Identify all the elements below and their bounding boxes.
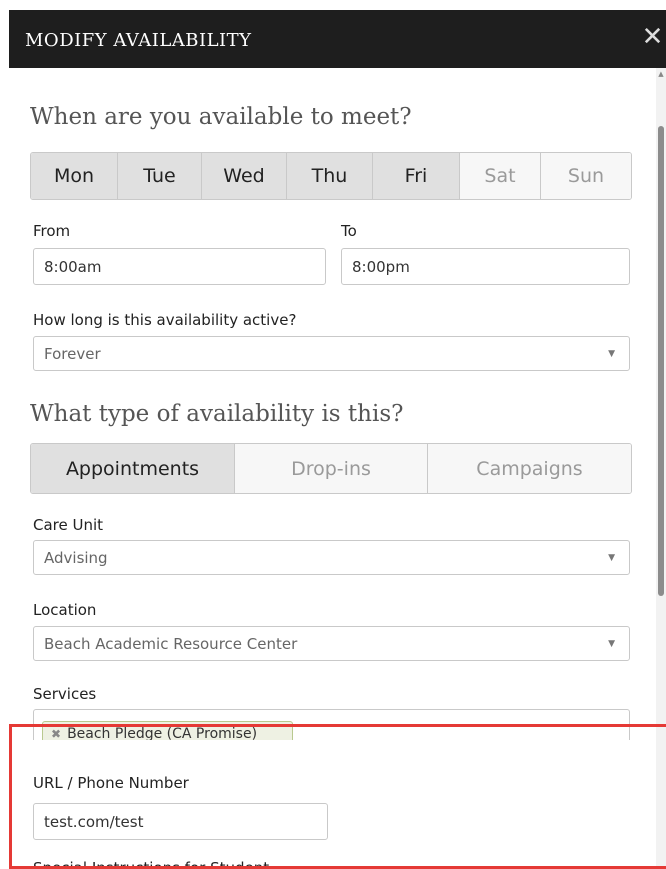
- modal-title: MODIFY AVAILABILITY: [25, 30, 252, 51]
- day-button-sun[interactable]: Sun: [541, 153, 631, 199]
- location-value: Beach Academic Resource Center: [44, 634, 298, 653]
- location-label: Location: [33, 601, 97, 619]
- chevron-down-icon: ▼: [608, 349, 615, 359]
- day-button-tue[interactable]: Tue: [118, 153, 202, 199]
- care-unit-value: Advising: [44, 548, 108, 567]
- contact-input[interactable]: test.com/test: [33, 803, 328, 840]
- day-button-thu[interactable]: Thu: [287, 153, 373, 199]
- availability-type-heading: What type of availability is this?: [30, 401, 404, 427]
- close-icon[interactable]: ✕: [639, 22, 666, 52]
- to-time-input[interactable]: 8:00pm: [341, 248, 630, 285]
- type-button-drop-ins[interactable]: Drop-ins: [235, 444, 428, 493]
- day-button-mon[interactable]: Mon: [31, 153, 118, 199]
- chevron-down-icon: ▼: [608, 553, 615, 563]
- modal-header: MODIFY AVAILABILITY ✕: [9, 10, 666, 68]
- type-button-appointments[interactable]: Appointments: [31, 444, 235, 493]
- chevron-down-icon: ▼: [608, 639, 615, 649]
- day-button-sat[interactable]: Sat: [460, 153, 541, 199]
- day-button-wed[interactable]: Wed: [202, 153, 287, 199]
- contact-label: URL / Phone Number: [33, 774, 189, 792]
- duration-select[interactable]: Forever ▼: [33, 336, 630, 371]
- modify-availability-modal: MODIFY AVAILABILITY ✕ ▲ When are you ava…: [9, 10, 666, 869]
- location-select[interactable]: Beach Academic Resource Center ▼: [33, 626, 630, 661]
- from-label: From: [33, 222, 71, 240]
- remove-tag-icon[interactable]: ✖: [51, 727, 61, 741]
- services-label: Services: [33, 685, 97, 703]
- duration-label: How long is this availability active?: [33, 311, 297, 329]
- to-label: To: [341, 222, 357, 240]
- availability-type-selector: Appointments Drop-ins Campaigns: [30, 443, 632, 494]
- day-selector: Mon Tue Wed Thu Fri Sat Sun: [30, 152, 632, 200]
- duration-value: Forever: [44, 344, 101, 363]
- instructions-label: Special Instructions for Student: [33, 859, 270, 869]
- scroll-up-icon[interactable]: ▲: [657, 70, 665, 78]
- care-unit-select[interactable]: Advising ▼: [33, 540, 630, 575]
- care-unit-label: Care Unit: [33, 516, 104, 534]
- scrollbar-thumb[interactable]: [658, 126, 664, 596]
- availability-heading: When are you available to meet?: [30, 104, 412, 130]
- from-time-input[interactable]: 8:00am: [33, 248, 326, 285]
- type-button-campaigns[interactable]: Campaigns: [428, 444, 631, 493]
- modal-body[interactable]: ▲ When are you available to meet? Mon Tu…: [9, 68, 666, 869]
- day-button-fri[interactable]: Fri: [373, 153, 460, 199]
